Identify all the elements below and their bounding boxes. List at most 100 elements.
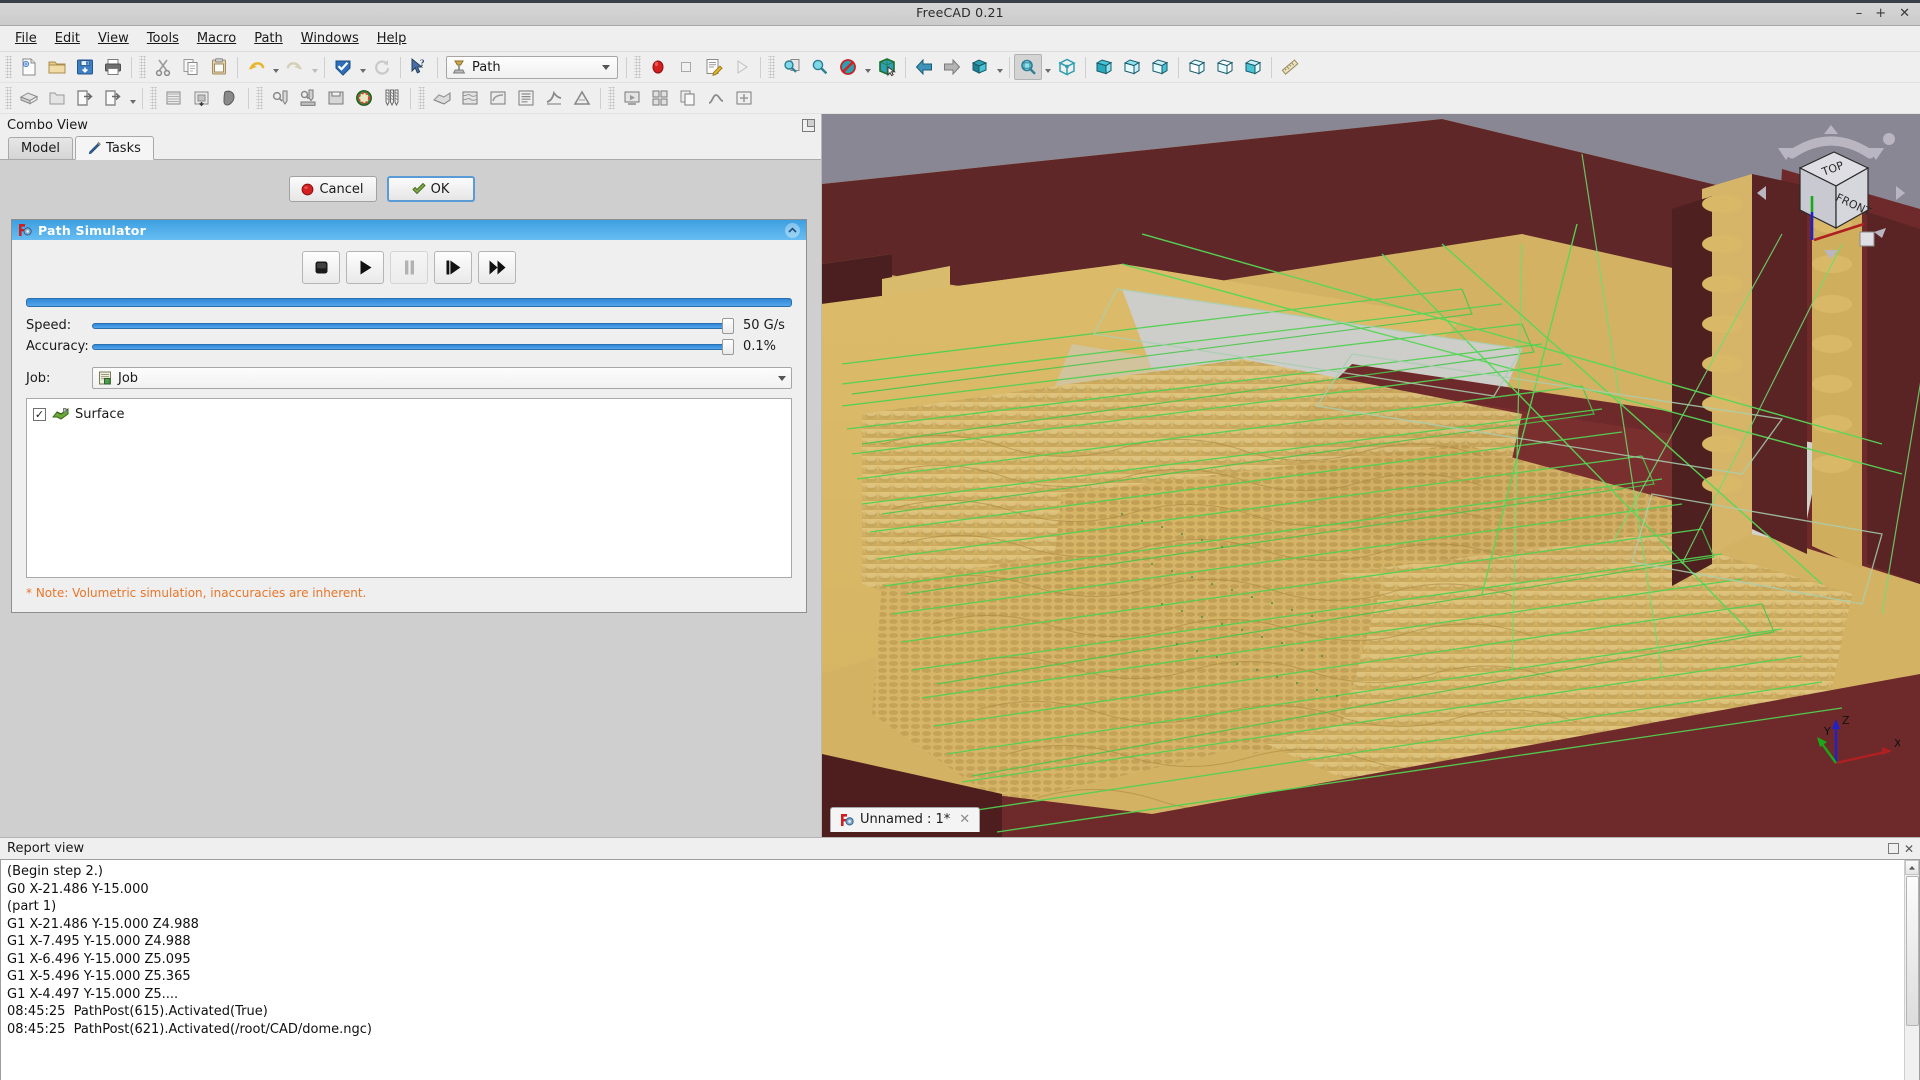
forward-arrow-icon[interactable]: [938, 54, 966, 80]
std-views-caret[interactable]: [994, 54, 1005, 80]
speed-slider[interactable]: [92, 315, 734, 336]
macro-execute-icon[interactable]: [728, 54, 756, 80]
axonometric-icon[interactable]: [1053, 54, 1081, 80]
accuracy-slider-handle[interactable]: [722, 338, 734, 355]
pause-button[interactable]: [390, 251, 428, 284]
pin-icon[interactable]: [802, 118, 815, 132]
zoom-box-icon[interactable]: [1014, 54, 1042, 80]
play-button[interactable]: [346, 251, 384, 284]
dressup-icon[interactable]: [702, 85, 730, 111]
menu-macro[interactable]: Macro: [188, 28, 245, 49]
pocket-icon[interactable]: [188, 85, 216, 111]
3d-viewport[interactable]: TOP FRONT X Z Y Unnamed : 1* ✕: [822, 114, 1920, 837]
sanity-check-icon[interactable]: [350, 85, 378, 111]
workbench-selector[interactable]: Path: [446, 55, 618, 79]
right-view-icon[interactable]: [1146, 54, 1174, 80]
post-process-icon[interactable]: [71, 85, 99, 111]
macro-edit-icon[interactable]: [700, 54, 728, 80]
measure-icon[interactable]: [1276, 54, 1304, 80]
draw-style-icon[interactable]: [834, 54, 862, 80]
waterline-icon[interactable]: [456, 85, 484, 111]
close-icon[interactable]: ✕: [1904, 843, 1914, 855]
operations-list[interactable]: ✓ Surface: [26, 398, 792, 578]
operation-checkbox[interactable]: ✓: [33, 407, 46, 421]
menu-view[interactable]: View: [89, 28, 138, 49]
navigation-cube[interactable]: TOP FRONT: [1756, 124, 1906, 259]
open-folder-icon[interactable]: [43, 54, 71, 80]
tool-bits-icon[interactable]: [378, 85, 406, 111]
step-forward-button[interactable]: [434, 251, 472, 284]
report-view-body[interactable]: (Begin step 2.) G0 X-21.486 Y-15.000 (pa…: [0, 859, 1920, 1080]
close-icon[interactable]: ✕: [959, 812, 970, 827]
menu-path[interactable]: Path: [245, 28, 292, 49]
job-open-icon[interactable]: [43, 85, 71, 111]
tool-bit-library-icon[interactable]: [294, 85, 322, 111]
float-icon[interactable]: [1887, 843, 1899, 854]
rear-view-icon[interactable]: [1183, 54, 1211, 80]
fast-forward-button[interactable]: [478, 251, 516, 284]
menu-tools[interactable]: Tools: [138, 28, 188, 49]
vcarve-icon[interactable]: [568, 85, 596, 111]
close-button[interactable]: ✕: [1899, 7, 1910, 20]
fit-all-icon[interactable]: [778, 54, 806, 80]
menu-windows[interactable]: Windows: [292, 28, 368, 49]
cancel-button[interactable]: Cancel: [288, 176, 377, 202]
custom-op-icon[interactable]: [730, 85, 758, 111]
toolbar-grip[interactable]: [5, 56, 12, 78]
selection-view-icon[interactable]: [873, 54, 901, 80]
save-icon[interactable]: [71, 54, 99, 80]
print-icon[interactable]: [99, 54, 127, 80]
paste-icon[interactable]: [205, 54, 233, 80]
list-item[interactable]: ✓ Surface: [33, 404, 785, 424]
top-view-icon[interactable]: [1118, 54, 1146, 80]
macro-record-icon[interactable]: [644, 54, 672, 80]
stock-icon[interactable]: [322, 85, 350, 111]
export-caret[interactable]: [127, 85, 138, 111]
adaptive-icon[interactable]: [484, 85, 512, 111]
toolbar-grip[interactable]: [150, 87, 157, 109]
tab-model[interactable]: Model: [8, 137, 74, 159]
tab-tasks[interactable]: Tasks: [75, 136, 154, 160]
stop-button[interactable]: [302, 251, 340, 284]
report-view-scrollbar[interactable]: [1904, 860, 1919, 1080]
menu-file[interactable]: File: [6, 28, 46, 49]
surface-op-icon[interactable]: [428, 85, 456, 111]
accuracy-slider[interactable]: [92, 336, 734, 357]
path-simulator-header[interactable]: Path Simulator: [12, 220, 806, 240]
engrave-icon[interactable]: [512, 85, 540, 111]
redo-dropdown-caret[interactable]: [309, 54, 320, 80]
cut-icon[interactable]: [149, 54, 177, 80]
export-template-icon[interactable]: [99, 85, 127, 111]
redo-icon[interactable]: [281, 54, 309, 80]
toolbar-grip[interactable]: [418, 87, 425, 109]
copy-operation-icon[interactable]: [674, 85, 702, 111]
toolbar-grip[interactable]: [768, 56, 775, 78]
minimize-button[interactable]: –: [1856, 7, 1863, 20]
fit-selection-icon[interactable]: [806, 54, 834, 80]
toolbar-grip[interactable]: [634, 56, 641, 78]
macro-stop-icon[interactable]: [672, 54, 700, 80]
refresh-dropdown-caret[interactable]: [357, 54, 368, 80]
menu-edit[interactable]: Edit: [46, 28, 89, 49]
draw-style-caret[interactable]: [862, 54, 873, 80]
profile-icon[interactable]: [160, 85, 188, 111]
ok-button[interactable]: OK: [386, 176, 475, 202]
inspect-gcode-icon[interactable]: [266, 85, 294, 111]
copy-icon[interactable]: [177, 54, 205, 80]
document-tab[interactable]: Unnamed : 1* ✕: [830, 806, 981, 832]
maximize-button[interactable]: +: [1875, 7, 1886, 20]
scrollbar-thumb[interactable]: [1906, 876, 1919, 1026]
back-arrow-icon[interactable]: [910, 54, 938, 80]
bottom-view-icon[interactable]: [1211, 54, 1239, 80]
chevron-up-icon[interactable]: [785, 222, 800, 238]
drilling-icon[interactable]: [216, 85, 244, 111]
toolbar-grip[interactable]: [5, 87, 12, 109]
refresh-icon[interactable]: [368, 54, 396, 80]
refresh-styles-icon[interactable]: [329, 54, 357, 80]
toolbar-grip[interactable]: [256, 87, 263, 109]
front-view-icon[interactable]: [1090, 54, 1118, 80]
whats-this-icon[interactable]: ?: [405, 54, 433, 80]
array-icon[interactable]: [646, 85, 674, 111]
deburr-icon[interactable]: [540, 85, 568, 111]
left-view-icon[interactable]: [1239, 54, 1267, 80]
